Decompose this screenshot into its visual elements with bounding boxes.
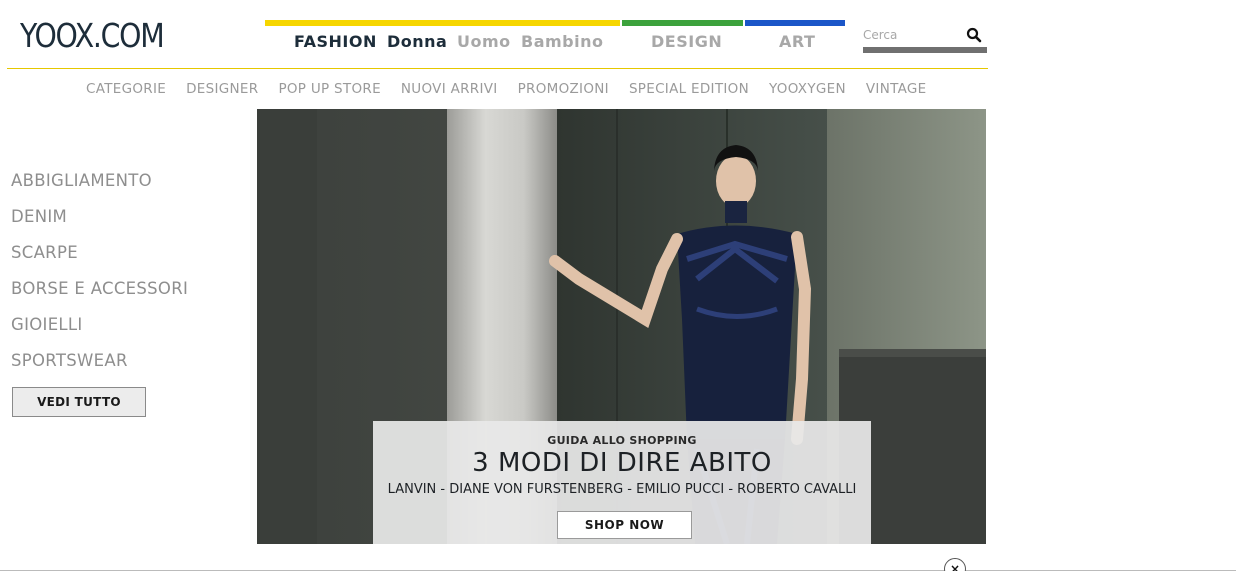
- subnav-categorie[interactable]: CATEGORIE: [86, 81, 166, 97]
- sidebar-item-scarpe[interactable]: SCARPE: [11, 242, 188, 278]
- sidebar-item-sportswear[interactable]: SPORTSWEAR: [11, 350, 188, 386]
- sidebar-item-denim[interactable]: DENIM: [11, 206, 188, 242]
- sidebar-item-borse-accessori[interactable]: BORSE E ACCESSORI: [11, 278, 188, 314]
- sidebar-item-abbigliamento[interactable]: ABBIGLIAMENTO: [11, 170, 188, 206]
- promo-kicker: GUIDA ALLO SHOPPING: [547, 434, 697, 447]
- search-input[interactable]: [863, 24, 963, 46]
- search-box: [863, 24, 987, 54]
- subnav-nuovi-arrivi[interactable]: NUOVI ARRIVI: [401, 81, 498, 97]
- art-color-bar: [745, 20, 845, 26]
- nav-fashion[interactable]: FASHION: [294, 32, 377, 51]
- subnav-pop-up-store[interactable]: POP UP STORE: [278, 81, 380, 97]
- subnav-designer[interactable]: DESIGNER: [186, 81, 258, 97]
- category-subnav: CATEGORIE DESIGNER POP UP STORE NUOVI AR…: [86, 81, 947, 97]
- shop-now-button[interactable]: SHOP NOW: [557, 511, 692, 539]
- promo-title: 3 MODI DI DIRE ABITO: [472, 448, 772, 478]
- site-logo[interactable]: YOOX.COM: [20, 16, 165, 55]
- hero-banner[interactable]: GUIDA ALLO SHOPPING 3 MODI DI DIRE ABITO…: [257, 109, 986, 544]
- sidebar-item-gioielli[interactable]: GIOIELLI: [11, 314, 188, 350]
- close-icon[interactable]: ×: [944, 558, 966, 571]
- sidebar-menu: ABBIGLIAMENTO DENIM SCARPE BORSE E ACCES…: [11, 170, 188, 386]
- fashion-color-bar: [265, 20, 620, 26]
- nav-donna[interactable]: Donna: [387, 32, 447, 51]
- promo-panel: GUIDA ALLO SHOPPING 3 MODI DI DIRE ABITO…: [373, 421, 871, 544]
- nav-bambino[interactable]: Bambino: [521, 32, 603, 51]
- nav-design[interactable]: DESIGN: [651, 32, 722, 51]
- subnav-promozioni[interactable]: PROMOZIONI: [518, 81, 609, 97]
- promo-brands: LANVIN - DIANE VON FURSTENBERG - EMILIO …: [387, 482, 857, 497]
- subnav-special-edition[interactable]: SPECIAL EDITION: [629, 81, 749, 97]
- search-underline: [863, 47, 987, 53]
- nav-uomo[interactable]: Uomo: [457, 32, 511, 51]
- design-color-bar: [622, 20, 743, 26]
- subnav-vintage[interactable]: VINTAGE: [866, 81, 927, 97]
- subnav-yooxygen[interactable]: YOOXYGEN: [769, 81, 846, 97]
- header-divider: [7, 68, 988, 69]
- search-icon[interactable]: [966, 27, 982, 43]
- view-all-button[interactable]: VEDI TUTTO: [12, 387, 146, 417]
- nav-art[interactable]: ART: [779, 32, 815, 51]
